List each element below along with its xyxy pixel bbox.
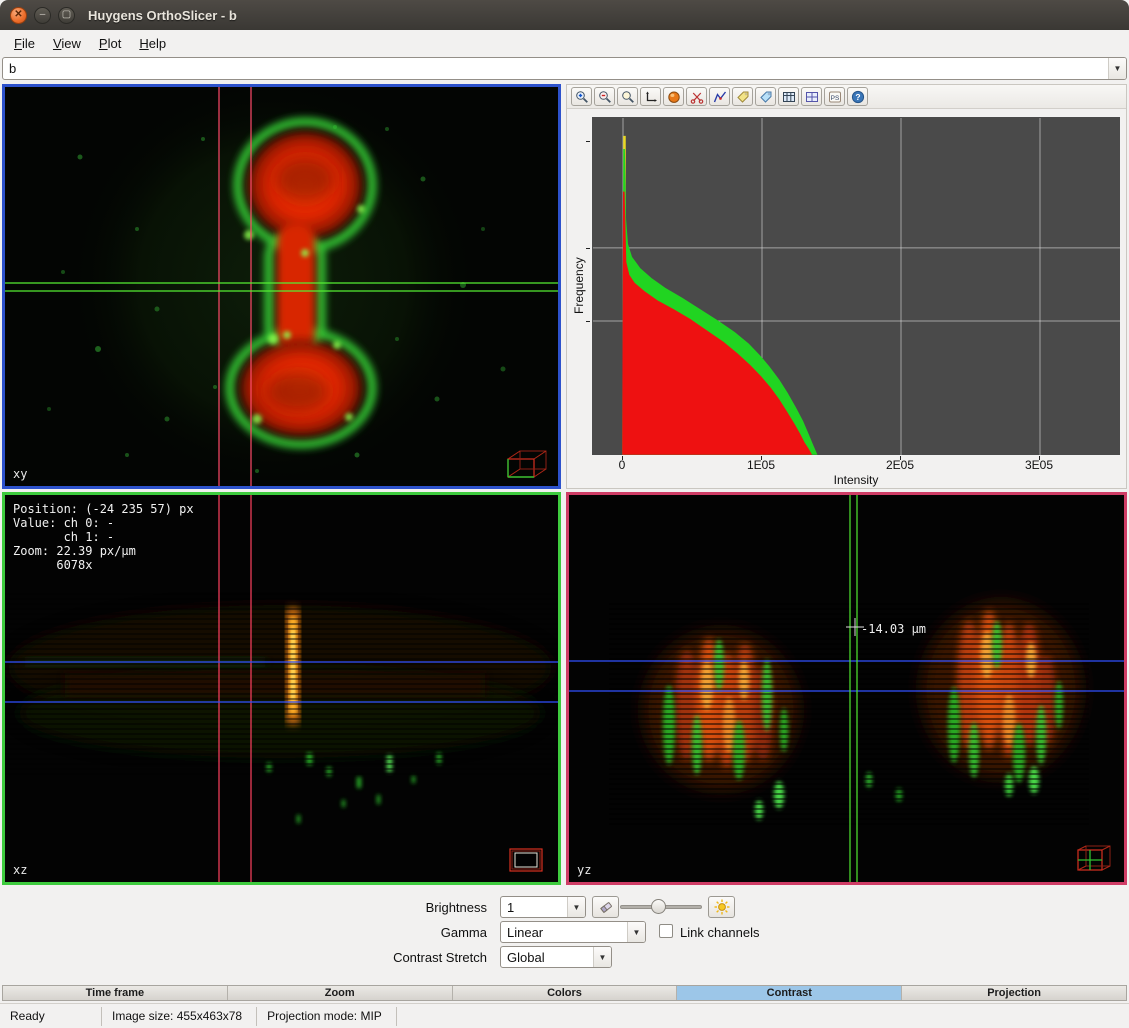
menu-view[interactable]: View (44, 32, 90, 55)
toolbar-ps-button[interactable]: PS (824, 87, 845, 106)
menu-bar: FileViewPlotHelp (0, 30, 1129, 56)
colormap-icon (667, 90, 681, 104)
cut-icon (690, 90, 704, 104)
viewport-xy[interactable]: xy (2, 84, 561, 489)
profile-icon (713, 90, 727, 104)
xy-view-label: xy (13, 467, 27, 481)
zoom-reset-icon (621, 90, 635, 104)
tab-colors[interactable]: Colors (453, 986, 678, 1000)
contrast-stretch-label: Contrast Stretch (301, 950, 487, 965)
toolbar-label-button[interactable] (732, 87, 753, 106)
histogram-panel: PS? Frequency 0 1E05 2E05 3E05 Intensity (566, 84, 1127, 489)
minimize-button[interactable]: – (34, 7, 51, 24)
brightness-reset-button[interactable] (592, 896, 619, 918)
svg-text:PS: PS (830, 94, 839, 101)
status-item-2: Projection mode: MIP (257, 1007, 397, 1026)
link-channels-label: Link channels (680, 925, 760, 940)
brightness-slider-handle[interactable] (651, 899, 666, 914)
tab-zoom[interactable]: Zoom (228, 986, 453, 1000)
svg-text:?: ? (855, 92, 860, 102)
toolbar-zoom-out-button[interactable] (594, 87, 615, 106)
grid-icon (805, 90, 819, 104)
brightness-value: 1 (507, 900, 514, 915)
sun-icon (713, 898, 731, 916)
label-icon (736, 90, 750, 104)
help-icon: ? (851, 90, 865, 104)
y-tick-mark (586, 248, 590, 249)
contrast-stretch-select[interactable]: Global ▼ (500, 946, 612, 968)
yz-scene-image[interactable] (569, 495, 1124, 882)
ps-icon: PS (828, 90, 842, 104)
link-channels-checkbox[interactable] (659, 924, 673, 938)
xz-orientation-cube-icon (502, 842, 550, 878)
yz-view-label: yz (577, 863, 591, 877)
histogram-plot[interactable] (591, 116, 1121, 456)
toolbar-grid-button[interactable] (801, 87, 822, 106)
brightness-auto-button[interactable] (708, 896, 735, 918)
x-tick-mark (1039, 456, 1040, 460)
x-tick-label: 1E05 (747, 458, 775, 472)
y-tick-mark (586, 141, 590, 142)
intensity-axis-label: Intensity (591, 473, 1121, 487)
table-icon (782, 90, 796, 104)
toolbar-axes-button[interactable] (640, 87, 661, 106)
x-tick-mark (900, 456, 901, 460)
histogram-toolbar: PS? (567, 85, 1126, 109)
xy-scene-image[interactable] (5, 87, 558, 486)
toolbar-profile-button[interactable] (709, 87, 730, 106)
xz-overlay-text: Position: (-24 235 57) px Value: ch 0: -… (13, 502, 194, 572)
gamma-value: Linear (507, 925, 543, 940)
maximize-button[interactable]: ▢ (58, 7, 75, 24)
toolbar-table-button[interactable] (778, 87, 799, 106)
frequency-axis-label: Frequency (572, 116, 587, 456)
yz-orientation-cube-icon (1068, 842, 1116, 878)
x-tick-label: 3E05 (1025, 458, 1053, 472)
contrast-stretch-value: Global (507, 950, 545, 965)
viewport-xz[interactable]: Position: (-24 235 57) px Value: ch 0: -… (2, 492, 561, 885)
image-selector-value: b (9, 61, 16, 76)
chevron-down-icon[interactable]: ▼ (593, 947, 611, 967)
chevron-down-icon[interactable]: ▼ (567, 897, 585, 917)
yz-annotation: -14.03 µm (861, 622, 926, 636)
image-selector[interactable]: b ▼ (2, 57, 1127, 80)
toolbar-label-alt-button[interactable] (755, 87, 776, 106)
status-item-1: Image size: 455x463x78 (102, 1007, 257, 1026)
x-tick-label: 2E05 (886, 458, 914, 472)
x-tick-mark (761, 456, 762, 460)
axes-icon (644, 90, 658, 104)
xy-orientation-cube-icon (502, 446, 550, 482)
tab-projection[interactable]: Projection (902, 986, 1126, 1000)
tab-contrast[interactable]: Contrast (677, 986, 902, 1000)
toolbar-colormap-button[interactable] (663, 87, 684, 106)
chevron-down-icon[interactable]: ▼ (627, 922, 645, 942)
window-title: Huygens OrthoSlicer - b (88, 8, 237, 23)
status-bar: ReadyImage size: 455x463x78Projection mo… (0, 1003, 1129, 1028)
tab-bar: Time frameZoomColorsContrastProjection (2, 985, 1127, 1001)
xz-view-label: xz (13, 863, 27, 877)
eraser-icon (598, 899, 614, 915)
gamma-select[interactable]: Linear ▼ (500, 921, 646, 943)
viewport-yz[interactable]: -14.03 µm yz (566, 492, 1127, 885)
menu-file[interactable]: File (5, 32, 44, 55)
gamma-label: Gamma (301, 925, 487, 940)
y-tick-mark (586, 321, 590, 322)
menu-help[interactable]: Help (130, 32, 175, 55)
titlebar[interactable]: ✕ – ▢ Huygens OrthoSlicer - b (0, 0, 1129, 30)
tab-time-frame[interactable]: Time frame (3, 986, 228, 1000)
chevron-down-icon[interactable]: ▼ (1108, 58, 1126, 79)
toolbar-zoom-in-button[interactable] (571, 87, 592, 106)
menu-plot[interactable]: Plot (90, 32, 130, 55)
toolbar-cut-button[interactable] (686, 87, 707, 106)
x-tick-label: 0 (619, 458, 626, 472)
toolbar-help-button[interactable]: ? (847, 87, 868, 106)
zoom-in-icon (575, 90, 589, 104)
label-alt-icon (759, 90, 773, 104)
x-tick-mark (622, 456, 623, 460)
status-item-0: Ready (0, 1007, 102, 1026)
zoom-out-icon (598, 90, 612, 104)
toolbar-zoom-reset-button[interactable] (617, 87, 638, 106)
close-button[interactable]: ✕ (10, 7, 27, 24)
brightness-select[interactable]: 1 ▼ (500, 896, 586, 918)
brightness-label: Brightness (301, 900, 487, 915)
